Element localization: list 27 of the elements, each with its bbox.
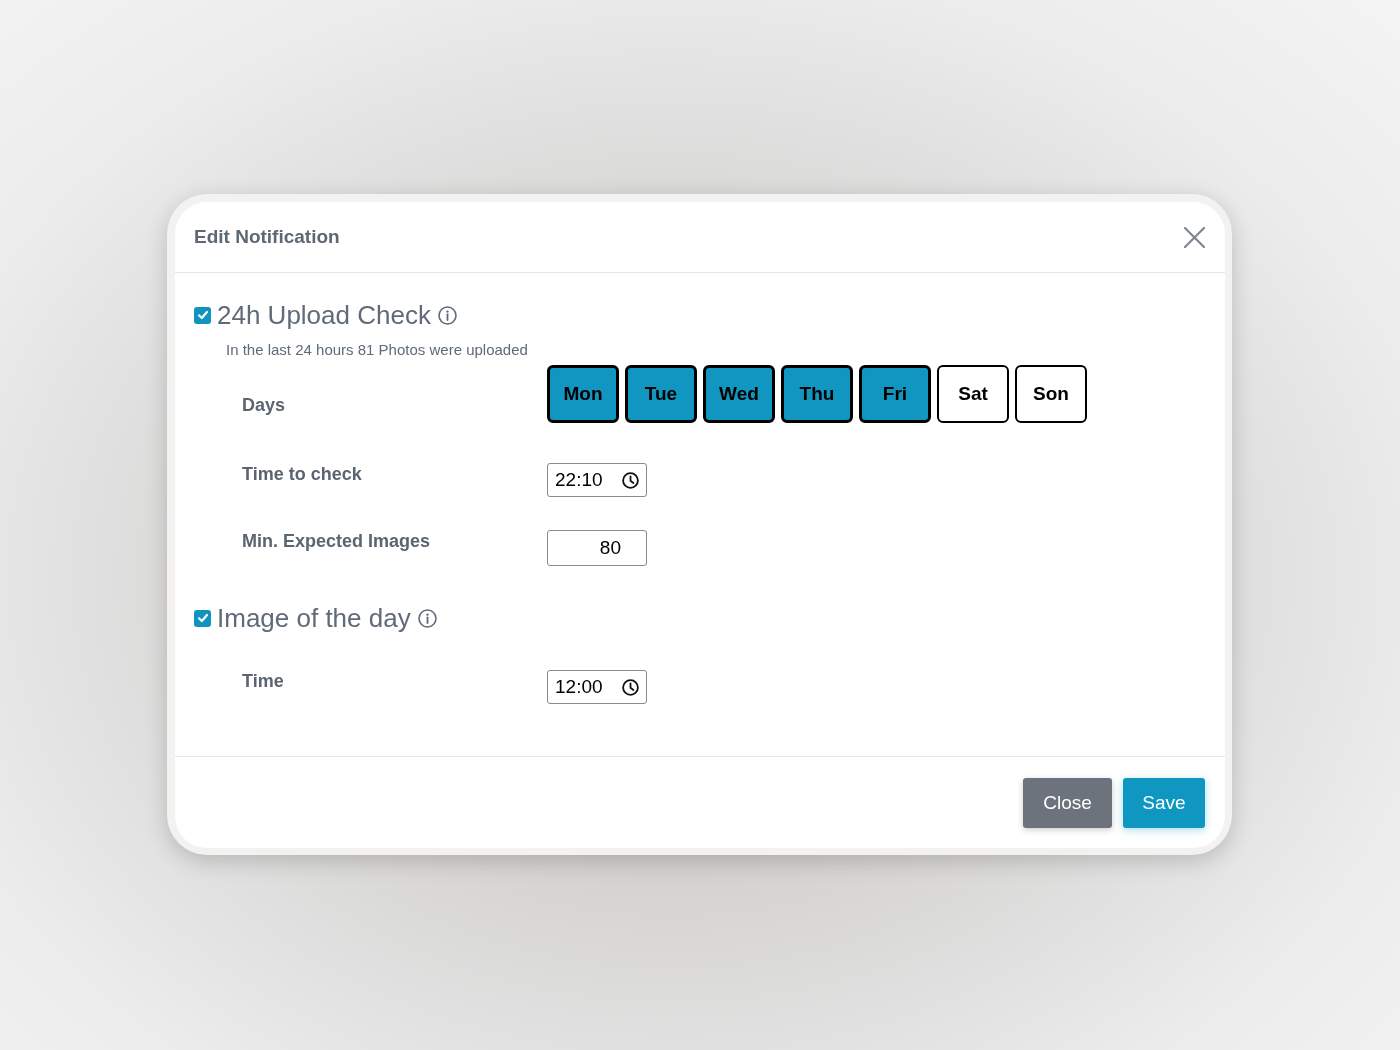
- close-icon[interactable]: [1184, 226, 1205, 248]
- day-toggle[interactable]: Tue: [625, 365, 697, 423]
- save-button[interactable]: Save: [1123, 778, 1205, 828]
- day-toggle[interactable]: Thu: [781, 365, 853, 423]
- info-icon[interactable]: [417, 608, 437, 628]
- close-button[interactable]: Close: [1023, 778, 1112, 828]
- field-label: Min. Expected Images: [242, 530, 431, 552]
- day-toggle[interactable]: Mon: [547, 365, 619, 423]
- field-label: Days: [242, 394, 286, 416]
- number-field[interactable]: 80: [547, 530, 647, 566]
- section-title: Image of the day: [217, 602, 411, 635]
- time-field[interactable]: 12:00: [547, 670, 647, 704]
- day-toggle[interactable]: Sat: [937, 365, 1009, 423]
- day-toggle[interactable]: Son: [1015, 365, 1087, 423]
- time-field[interactable]: 22:10: [547, 463, 647, 497]
- day-toggle[interactable]: Fri: [859, 365, 931, 423]
- info-icon[interactable]: [437, 305, 457, 325]
- description-text: In the last 24 hours 81 Photos were uploaded: [226, 340, 528, 360]
- section-title: 24h Upload Check: [217, 299, 431, 332]
- checkbox[interactable]: [194, 609, 211, 627]
- field-label: Time: [242, 670, 284, 692]
- day-toggle[interactable]: Wed: [703, 365, 775, 423]
- clock-icon[interactable]: [622, 471, 639, 489]
- checkbox[interactable]: [194, 306, 211, 324]
- clock-icon[interactable]: [622, 678, 639, 696]
- dialog-title: Edit Notification: [194, 224, 340, 249]
- field-label: Time to check: [242, 463, 362, 485]
